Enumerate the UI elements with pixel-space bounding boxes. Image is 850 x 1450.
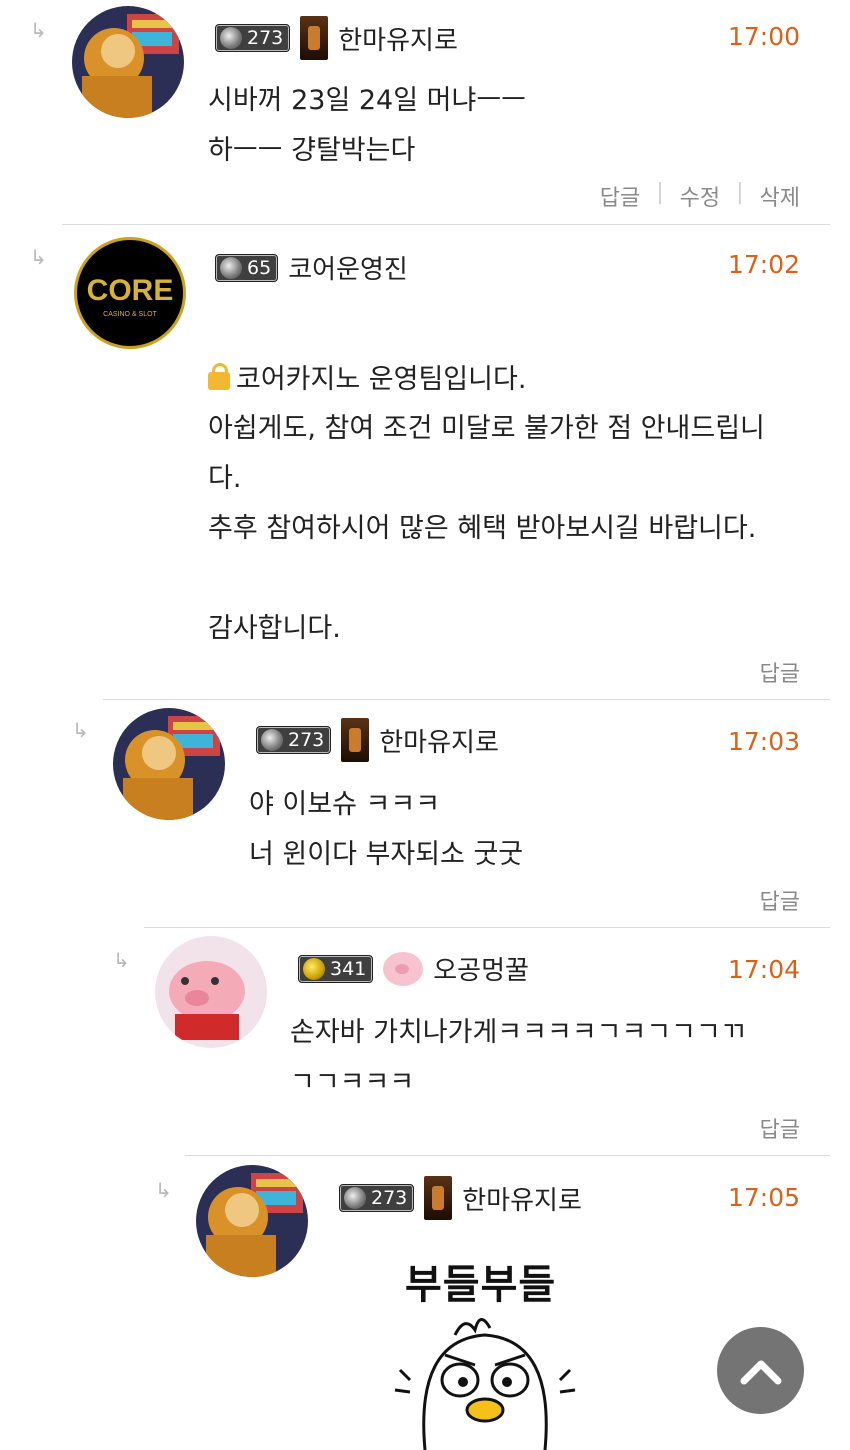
comment-header: 65 코어운영진 xyxy=(215,249,408,286)
comment-time: 17:04 xyxy=(727,955,800,984)
reply-arrow-icon: ↳ xyxy=(30,245,47,269)
comment-body: 아쉽게도, 참여 조건 미달로 불가한 점 안내드립니 다. 추후 참여하시어 … xyxy=(208,413,765,644)
comment-header: 341 오공멍꿀 xyxy=(298,950,529,987)
lock-icon xyxy=(208,363,230,390)
nickname[interactable]: 한마유지로 xyxy=(338,20,458,57)
comment-3: ↳ 273 한마유지로 17:03 야 이보슈 ㅋㅋㅋ 너 윈이다 부자되소 굿… xyxy=(0,700,850,928)
comment-actions: 답글 xyxy=(760,656,800,688)
reply-button[interactable]: 답글 xyxy=(760,884,800,916)
level-badge: 65 xyxy=(215,253,279,282)
user-badge-icon xyxy=(424,1176,453,1220)
avatar[interactable]: CORE CASINO & SLOT xyxy=(74,237,186,349)
reply-arrow-icon: ↳ xyxy=(155,1178,172,1202)
nickname[interactable]: 오공멍꿀 xyxy=(433,950,529,987)
reply-button[interactable]: 답글 xyxy=(760,656,800,688)
separator: | xyxy=(656,180,664,205)
comment-body: 시바꺼 23일 24일 머냐ㅡㅡ 하ㅡㅡ 걍탈박는다 xyxy=(208,85,527,166)
comment-body: 손자바 가치나가게ㅋㅋㅋㅋㄱㅋㄱㄱㄱㄲ ㄱㄱㅋㅋㅋ xyxy=(290,1017,746,1098)
comment-time: 17:05 xyxy=(727,1183,800,1212)
comment-body: 야 이보슈 ㅋㅋㅋ 너 윈이다 부자되소 굿굿 xyxy=(249,789,524,870)
comment-lock-line: 코어카지노 운영팀입니다. xyxy=(208,305,526,405)
nickname[interactable]: 코어운영진 xyxy=(288,249,408,286)
level-badge: 341 xyxy=(298,954,374,983)
level-gem-icon xyxy=(220,256,242,279)
pig-badge-icon xyxy=(383,951,424,986)
duck-sticker-icon xyxy=(394,1318,576,1450)
level-gem-icon xyxy=(344,1187,366,1209)
reply-arrow-icon: ↳ xyxy=(30,18,47,42)
nickname[interactable]: 한마유지로 xyxy=(462,1180,582,1217)
level-gem-icon xyxy=(261,729,283,751)
scroll-to-top-button[interactable] xyxy=(717,1327,804,1414)
avatar[interactable] xyxy=(72,6,184,118)
user-badge-icon xyxy=(341,718,370,762)
comment-1: ↳ 273 한마유지로 17:00 시바꺼 23일 24일 머냐ㅡㅡ 하ㅡㅡ 걍… xyxy=(0,0,850,225)
comment-4: ↳ 341 오공멍꿀 17:04 손자바 가치나가게ㅋㅋㅋㅋㄱㅋㄱㄱㄱㄲ ㄱㄱㅋ… xyxy=(0,928,850,1156)
chevron-up-icon xyxy=(740,1360,781,1384)
reply-button[interactable]: 답글 xyxy=(600,180,640,212)
separator: | xyxy=(736,180,744,205)
comment-header: 273 한마유지로 xyxy=(256,718,499,762)
level-gem-icon xyxy=(303,957,325,980)
comment-time: 17:00 xyxy=(727,22,800,51)
reply-arrow-icon: ↳ xyxy=(113,948,130,972)
comment-actions: 답글 xyxy=(760,1112,800,1144)
avatar[interactable] xyxy=(196,1165,308,1277)
level-gem-icon xyxy=(220,27,242,49)
comment-header: 273 한마유지로 xyxy=(215,16,458,60)
core-logo: CORE xyxy=(87,274,174,307)
user-badge-icon xyxy=(300,16,329,60)
reply-button[interactable]: 답글 xyxy=(760,1112,800,1144)
comment-2: ↳ CORE CASINO & SLOT 65 코어운영진 17:02 코어카지… xyxy=(0,225,850,700)
comment-time: 17:02 xyxy=(727,250,800,279)
comment-header: 273 한마유지로 xyxy=(339,1176,582,1220)
comment-actions: 답글 xyxy=(760,884,800,916)
level-badge: 273 xyxy=(339,1184,415,1212)
comment-actions: 답글 | 수정 | 삭제 xyxy=(600,180,800,212)
comment-time: 17:03 xyxy=(727,727,800,756)
delete-button[interactable]: 삭제 xyxy=(760,180,800,212)
avatar[interactable] xyxy=(155,936,267,1048)
avatar[interactable] xyxy=(113,708,225,820)
sticker-text: 부들부들 xyxy=(405,1262,557,1308)
edit-button[interactable]: 수정 xyxy=(680,180,720,212)
level-badge: 273 xyxy=(215,24,291,52)
nickname[interactable]: 한마유지로 xyxy=(379,722,499,759)
reply-arrow-icon: ↳ xyxy=(72,718,89,742)
level-badge: 273 xyxy=(256,726,332,754)
core-logo-sub: CASINO & SLOT xyxy=(103,311,157,318)
